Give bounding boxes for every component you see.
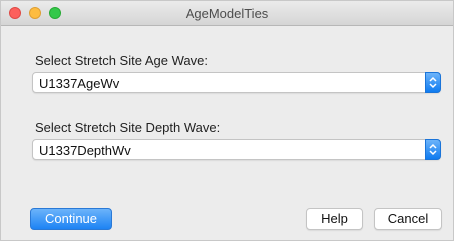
help-button[interactable]: Help [306,208,363,230]
age-wave-label: Select Stretch Site Age Wave: [35,53,208,68]
dialog-window: AgeModelTies Select Stretch Site Age Wav… [0,0,454,241]
depth-wave-label: Select Stretch Site Depth Wave: [35,120,221,135]
chevron-updown-icon[interactable] [425,72,441,93]
window-title: AgeModelTies [185,6,269,21]
cancel-button[interactable]: Cancel [374,208,442,230]
chevron-updown-icon[interactable] [425,139,441,160]
title-bar[interactable]: AgeModelTies [1,1,453,26]
depth-wave-value: U1337DepthWv [39,143,131,158]
continue-button[interactable]: Continue [30,208,112,230]
age-wave-select[interactable]: U1337AgeWv [32,72,441,93]
age-wave-value: U1337AgeWv [39,76,120,91]
depth-wave-select[interactable]: U1337DepthWv [32,139,441,160]
